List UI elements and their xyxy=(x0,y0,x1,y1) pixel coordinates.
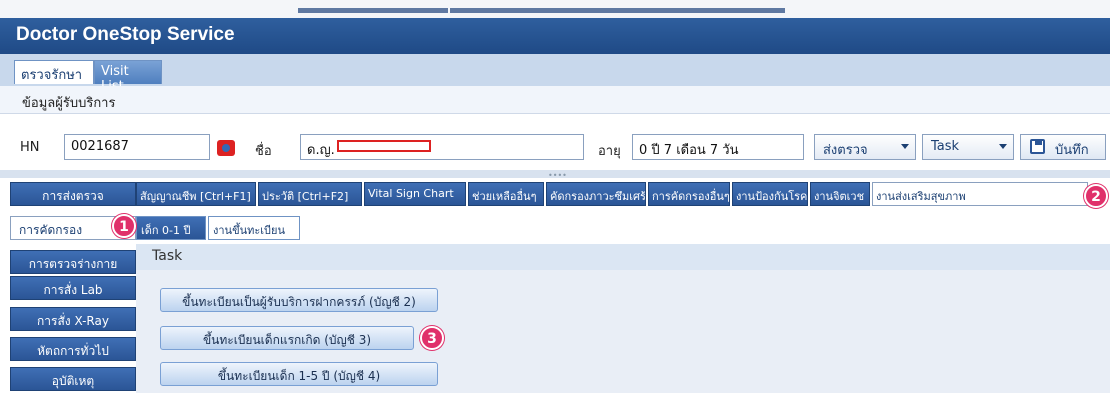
top-strip-segment xyxy=(298,8,448,13)
tab-psychiatry[interactable]: งานจิตเวช xyxy=(810,182,870,206)
register-prenatal-button[interactable]: ขึ้นทะเบียนเป็นผู้รับบริการฝากครรภ์ (บัญ… xyxy=(160,288,438,312)
tab-other-help[interactable]: ช่วยเหลืออื่นๆ xyxy=(468,182,544,206)
tab-other-screening[interactable]: การคัดกรองอื่นๆ xyxy=(648,182,730,206)
patient-search-icon[interactable] xyxy=(217,140,235,156)
subtab-registration[interactable]: งานขึ้นทะเบียน xyxy=(208,216,300,240)
annotation-badge-1: 1 xyxy=(112,214,136,238)
app-title: Doctor OneStop Service xyxy=(0,18,1110,54)
tab-examination[interactable]: ตรวจรักษา xyxy=(14,60,94,84)
annotation-badge-2: 2 xyxy=(1084,184,1108,208)
left-tab-procedure[interactable]: หัตถการทั่วไป xyxy=(10,337,136,361)
window-top-strip xyxy=(0,0,1110,18)
annotation-badge-3: 3 xyxy=(420,326,444,350)
subtab-child-0-1[interactable]: เด็ก 0-1 ปี xyxy=(136,216,206,240)
tab-visit-list[interactable]: Visit List xyxy=(94,60,162,94)
register-child-1-5-button[interactable]: ขึ้นทะเบียนเด็ก 1-5 ปี (บัญชี 4) xyxy=(160,362,438,386)
tab-vital-sign-chart[interactable]: Vital Sign Chart xyxy=(364,182,466,206)
left-tab-accident[interactable]: อุบัติเหตุ xyxy=(10,367,136,391)
tab-history[interactable]: ประวัติ [Ctrl+F2] xyxy=(258,182,362,206)
register-newborn-button[interactable]: ขึ้นทะเบียนเด็กแรกเกิด (บัญชี 3) xyxy=(160,326,414,350)
hn-label: HN xyxy=(20,140,40,155)
left-tab-physical-exam[interactable]: การตรวจร่างกาย xyxy=(10,250,136,274)
tab-depression-screening[interactable]: คัดกรองภาวะซึมเศร้า xyxy=(546,182,646,206)
left-tab-lab-order[interactable]: การสั่ง Lab xyxy=(10,276,136,300)
age-field: 0 ปี 7 เดือน 7 วัน xyxy=(632,134,804,160)
task-combo-value: Task xyxy=(931,139,960,154)
tab-disease-prevention[interactable]: งานป้องกันโรค xyxy=(732,182,808,206)
send-exam-combo-value: ส่งตรวจ xyxy=(823,143,868,158)
left-tab-xray-order[interactable]: การสั่ง X-Ray xyxy=(10,307,136,331)
save-disk-icon xyxy=(1030,139,1045,154)
tab-vital-signs[interactable]: สัญญาณชีพ [Ctrl+F1] xyxy=(136,182,256,206)
patient-section-title: ข้อมูลผู้รับบริการ xyxy=(0,86,1110,114)
tab-health-promotion[interactable]: งานส่งเสริมสุขภาพ xyxy=(872,182,1088,206)
chevron-down-icon xyxy=(999,144,1007,149)
task-combo[interactable]: Task xyxy=(922,134,1014,160)
age-label: อายุ xyxy=(598,144,621,159)
name-label: ชื่อ xyxy=(255,144,272,159)
send-exam-combo[interactable]: ส่งตรวจ xyxy=(814,134,916,160)
chevron-down-icon xyxy=(901,144,909,149)
task-header: Task xyxy=(136,244,1110,270)
left-tab-send-exam[interactable]: การส่งตรวจ xyxy=(10,182,136,206)
hn-field[interactable]: 0021687 xyxy=(64,134,210,160)
top-strip-segment xyxy=(450,8,785,13)
name-redaction xyxy=(337,140,431,152)
main-tabs: ตรวจรักษา Visit List xyxy=(0,54,1110,94)
